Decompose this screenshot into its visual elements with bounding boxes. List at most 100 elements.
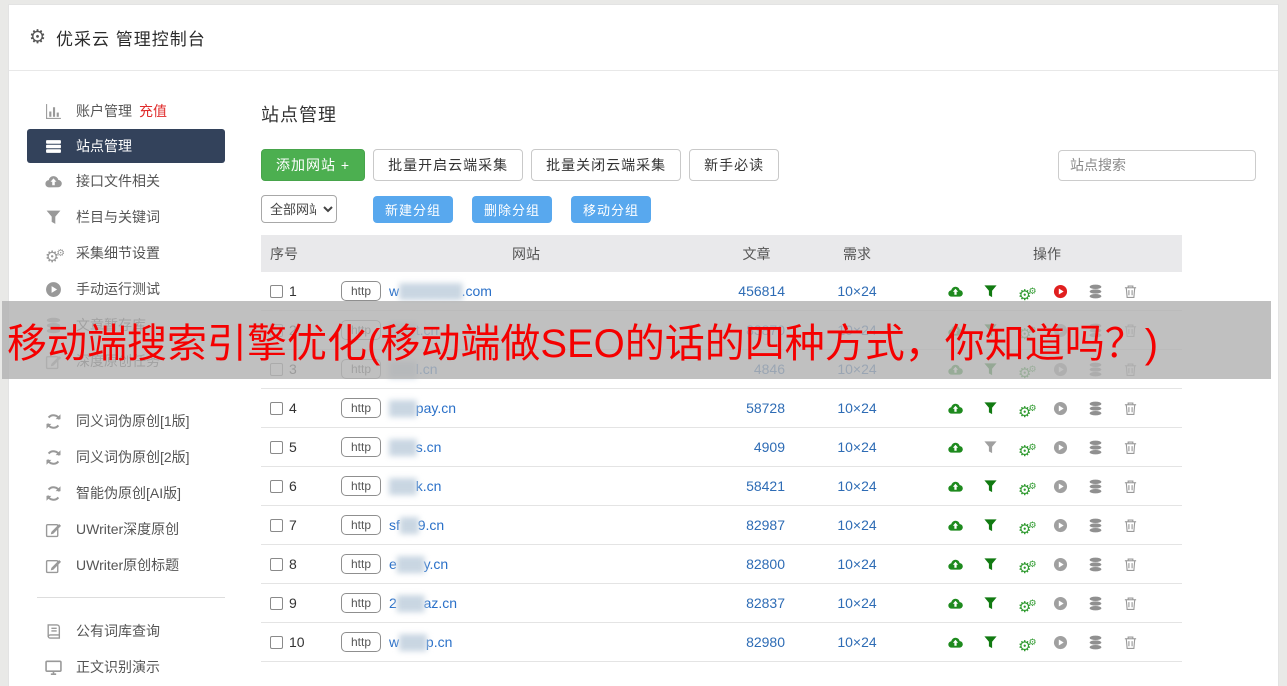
settings-gears-icon[interactable]: ⚙⚙ [1018,479,1037,498]
row-checkbox[interactable] [270,635,283,649]
trash-icon[interactable] [1123,557,1138,572]
site-link[interactable]: w███p.cn [389,634,452,650]
add-site-button[interactable]: 添加网站 + [261,149,366,181]
site-link[interactable]: w███████.com [389,283,492,299]
settings-gears-icon[interactable]: ⚙⚙ [1018,596,1037,615]
trash-icon[interactable] [1123,440,1138,455]
cloud-upload-icon[interactable] [948,635,963,650]
batch-open-collect-button[interactable]: 批量开启云端采集 [373,149,524,181]
delete-group-button[interactable]: 删除分组 [472,195,553,223]
run-icon[interactable] [1053,596,1068,611]
run-icon[interactable] [1053,284,1068,299]
cloud-upload-icon[interactable] [948,596,963,611]
sidebar-item-account[interactable]: 账户管理 充值 [9,93,251,129]
settings-gears-icon[interactable]: ⚙⚙ [1018,557,1037,576]
batch-close-collect-button[interactable]: 批量关闭云端采集 [531,149,682,181]
run-icon[interactable] [1053,518,1068,533]
storage-icon[interactable] [1088,596,1103,611]
refresh-icon [45,449,62,466]
filter-icon[interactable] [983,479,998,494]
row-checkbox[interactable] [270,557,283,571]
move-group-button[interactable]: 移动分组 [571,195,652,223]
cloud-upload-icon[interactable] [948,479,963,494]
row-checkbox[interactable] [270,440,283,454]
cloud-upload-icon[interactable] [948,440,963,455]
site-link[interactable]: 2███az.cn [389,595,457,611]
sidebar-item-interface-files[interactable]: 接口文件相关 [9,163,251,199]
new-group-button[interactable]: 新建分组 [373,195,454,223]
run-icon[interactable] [1053,557,1068,572]
row-checkbox[interactable] [270,401,283,415]
trash-icon[interactable] [1123,284,1138,299]
storage-icon[interactable] [1088,518,1103,533]
app-title: 优采云 管理控制台 [56,30,206,49]
storage-icon[interactable] [1088,479,1103,494]
storage-icon[interactable] [1088,401,1103,416]
promo-banner-text: 移动端搜索引擎优化(移动端做SEO的话的四种方式，你知道吗？) [7,322,1159,366]
sidebar-item-label: 账户管理 [76,103,132,119]
settings-gears-icon[interactable]: ⚙⚙ [1018,635,1037,654]
filter-icon[interactable] [983,440,998,455]
row-checkbox[interactable] [270,518,283,532]
site-link[interactable]: ███s.cn [389,439,441,455]
filter-icon[interactable] [983,635,998,650]
sidebar-item-collect-settings[interactable]: ⚙⚙ 采集细节设置 [9,235,251,271]
cloud-upload-icon[interactable] [948,284,963,299]
site-link[interactable]: ███pay.cn [389,400,456,416]
sidebar-item-label: 采集细节设置 [76,245,160,261]
recharge-link[interactable]: 充值 [139,101,167,121]
settings-gears-icon[interactable]: ⚙⚙ [1018,401,1037,420]
sidebar-item-synonym-v1[interactable]: 同义词伪原创[1版] [9,403,251,439]
sidebar-item-uwriter-deep[interactable]: UWriter深度原创 [9,511,251,547]
sidebar-item-text-recognition[interactable]: 正文识别演示 [9,649,251,685]
article-count: 58421 [746,478,785,494]
page-title: 站点管理 [261,105,337,125]
settings-gears-icon[interactable]: ⚙⚙ [1018,284,1037,303]
demand-value: 10×24 [837,517,877,533]
sidebar-item-ai-original[interactable]: 智能伪原创[AI版] [9,475,251,511]
filter-icon[interactable] [983,401,998,416]
cloud-upload-icon[interactable] [948,401,963,416]
cloud-upload-icon[interactable] [948,518,963,533]
site-link[interactable]: sf██9.cn [389,517,444,533]
sidebar-item-columns-keywords[interactable]: 栏目与关键词 [9,199,251,235]
trash-icon[interactable] [1123,401,1138,416]
filter-icon[interactable] [983,284,998,299]
run-icon[interactable] [1053,440,1068,455]
run-icon[interactable] [1053,635,1068,650]
run-icon[interactable] [1053,401,1068,416]
row-checkbox[interactable] [270,596,283,610]
sidebar-item-synonym-v2[interactable]: 同义词伪原创[2版] [9,439,251,475]
trash-icon[interactable] [1123,635,1138,650]
table-row: 10 http w███p.cn 82980 10×24 ⚙⚙ [261,623,1182,662]
run-icon[interactable] [1053,479,1068,494]
sidebar-item-label: UWriter原创标题 [76,557,180,573]
site-search-input[interactable] [1058,149,1256,181]
article-count: 456814 [738,283,785,299]
site-link[interactable]: ███k.cn [389,478,441,494]
cloud-upload-icon[interactable] [948,557,963,572]
trash-icon[interactable] [1123,479,1138,494]
storage-icon[interactable] [1088,557,1103,572]
filter-icon[interactable] [983,596,998,611]
trash-icon[interactable] [1123,518,1138,533]
bar-chart-icon [45,103,62,120]
storage-icon[interactable] [1088,635,1103,650]
http-badge: http [341,476,382,496]
filter-icon[interactable] [983,557,998,572]
site-link[interactable]: e███y.cn [389,556,448,572]
group-filter-select[interactable]: 全部网站 [261,195,337,223]
row-checkbox[interactable] [270,284,283,298]
storage-icon[interactable] [1088,440,1103,455]
trash-icon[interactable] [1123,596,1138,611]
sidebar-item-sites[interactable]: 站点管理 [27,129,225,163]
settings-gears-icon[interactable]: ⚙⚙ [1018,518,1037,537]
sidebar-item-label: 接口文件相关 [76,173,160,189]
storage-icon[interactable] [1088,284,1103,299]
newbie-guide-button[interactable]: 新手必读 [689,149,780,181]
sidebar-item-uwriter-title[interactable]: UWriter原创标题 [9,547,251,583]
settings-gears-icon[interactable]: ⚙⚙ [1018,440,1037,459]
sidebar-item-public-thesaurus[interactable]: 公有词库查询 [9,613,251,649]
row-checkbox[interactable] [270,479,283,493]
filter-icon[interactable] [983,518,998,533]
